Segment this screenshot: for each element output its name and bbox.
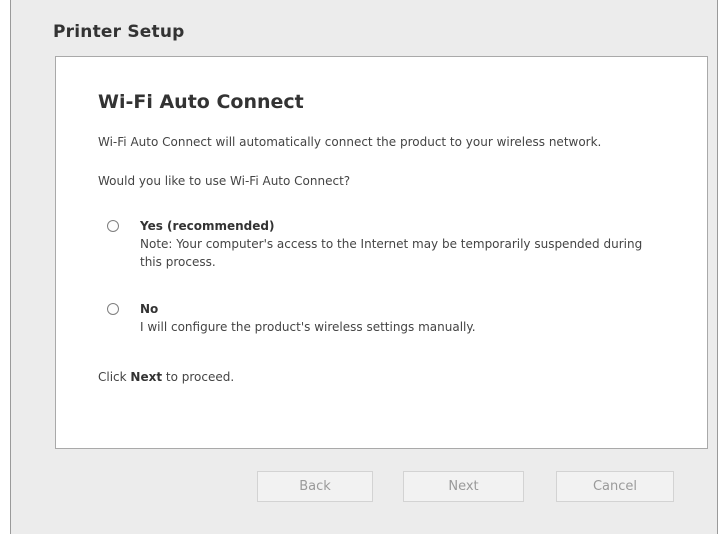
proceed-instruction: Click Next to proceed.: [98, 370, 234, 384]
option-yes-text: Yes (recommended) Note: Your computer's …: [140, 218, 660, 271]
radio-yes[interactable]: [107, 220, 119, 232]
option-no-text: No I will configure the product's wirele…: [140, 301, 660, 336]
option-yes-label: Yes (recommended): [140, 219, 275, 233]
proceed-next-emphasis: Next: [130, 370, 163, 384]
window-title: Printer Setup: [53, 22, 185, 42]
printer-setup-window: Printer Setup Wi-Fi Auto Connect Wi-Fi A…: [10, 0, 718, 534]
proceed-suffix: to proceed.: [162, 370, 235, 384]
content-panel: Wi-Fi Auto Connect Wi-Fi Auto Connect wi…: [55, 56, 708, 449]
proceed-prefix: Click: [98, 370, 131, 384]
cancel-button[interactable]: Cancel: [556, 471, 674, 502]
option-no-note: I will configure the product's wireless …: [140, 320, 476, 334]
next-button[interactable]: Next: [403, 471, 524, 502]
radio-no[interactable]: [107, 303, 119, 315]
description-text: Wi-Fi Auto Connect will automatically co…: [98, 135, 602, 149]
back-button[interactable]: Back: [257, 471, 373, 502]
option-no-label: No: [140, 302, 159, 316]
question-text: Would you like to use Wi-Fi Auto Connect…: [98, 174, 351, 188]
option-yes-note: Note: Your computer's access to the Inte…: [140, 237, 643, 269]
panel-heading: Wi-Fi Auto Connect: [98, 91, 304, 113]
